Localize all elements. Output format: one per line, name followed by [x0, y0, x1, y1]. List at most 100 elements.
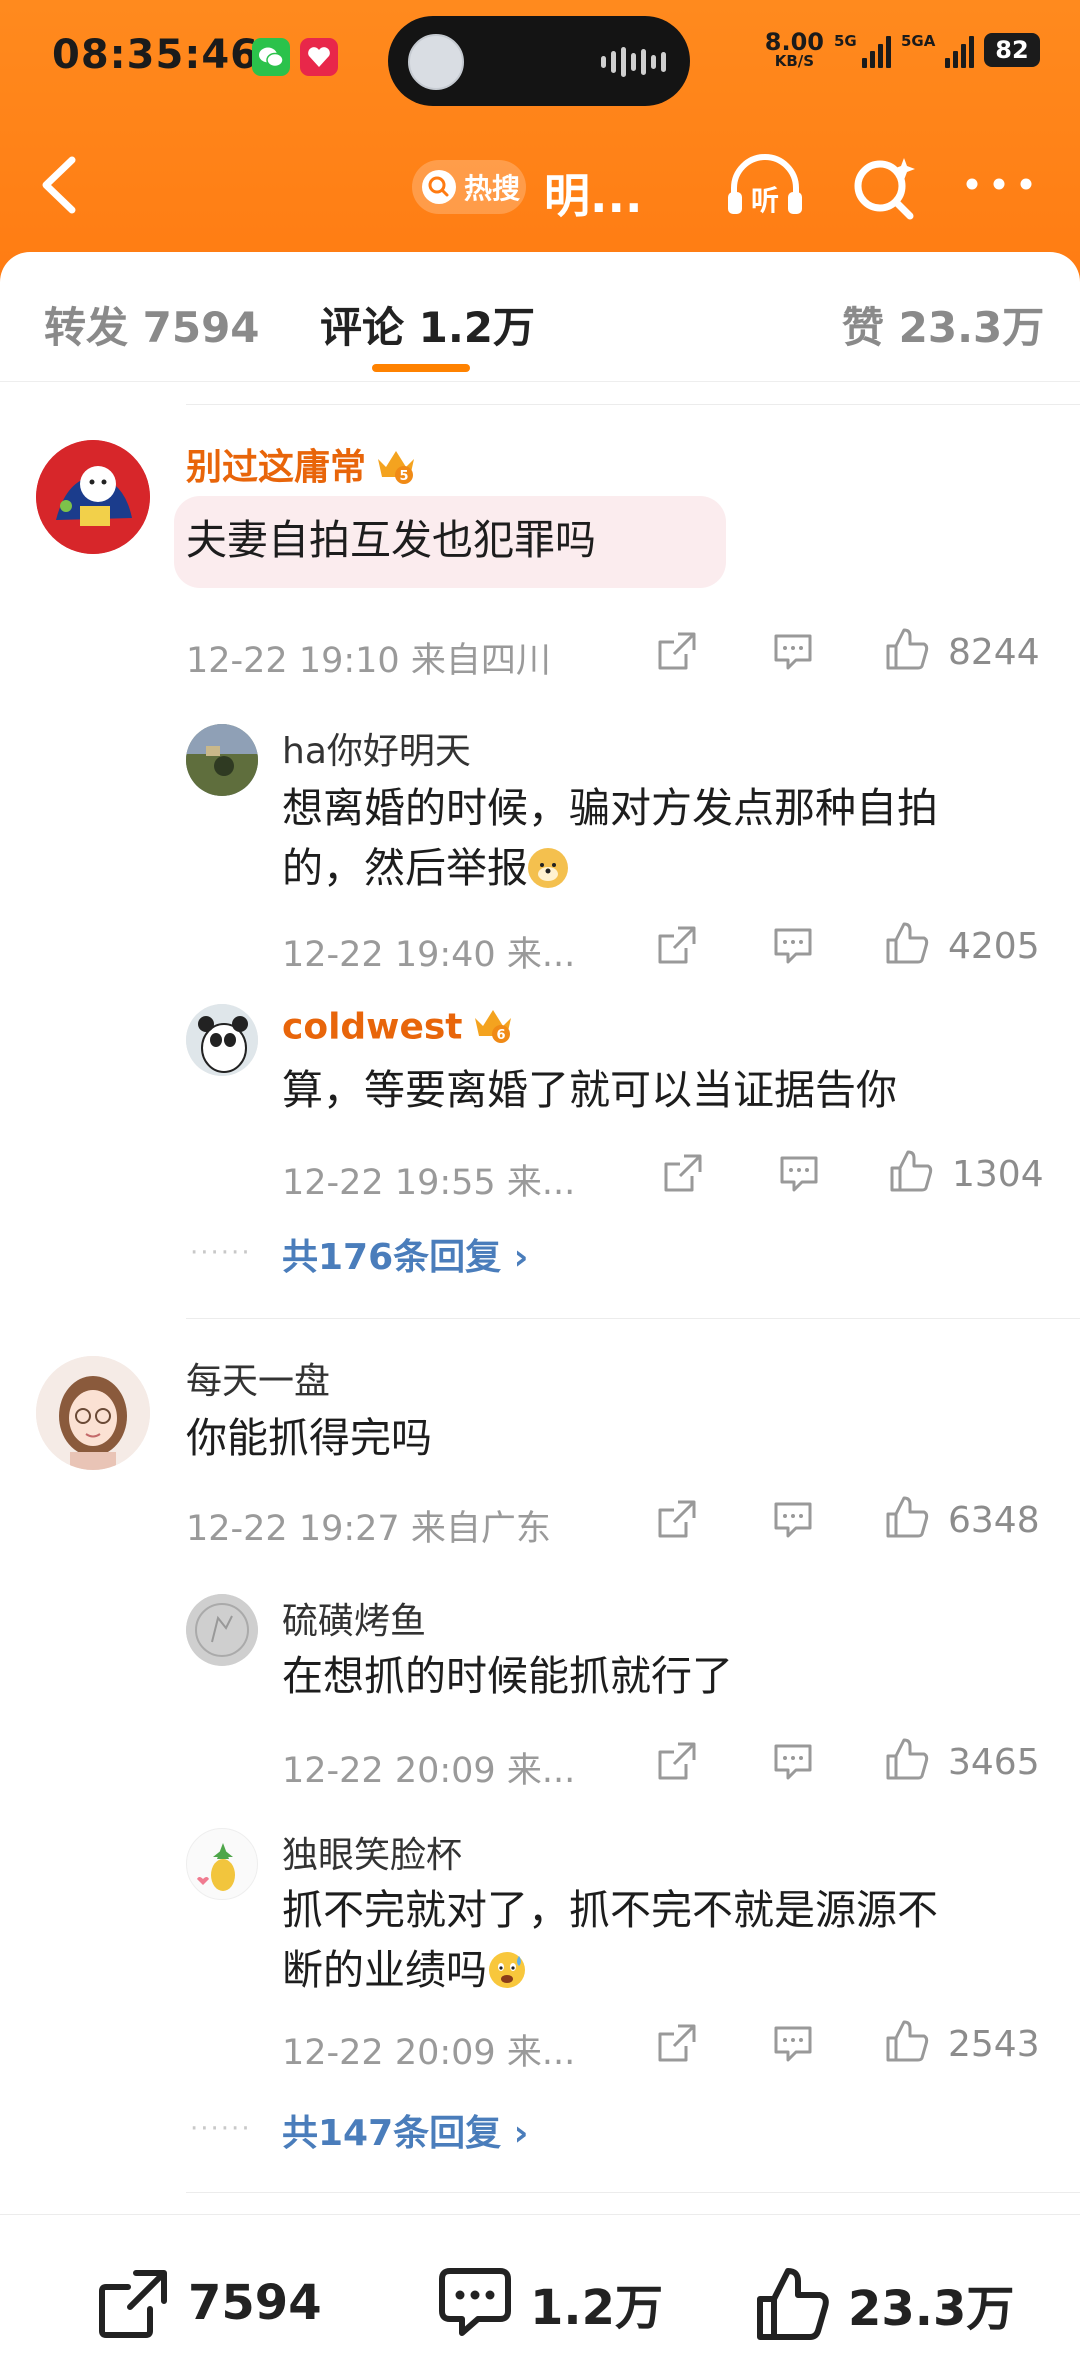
signal-5ga-icon: 5GA	[901, 32, 974, 68]
headphones-icon: 听	[728, 154, 802, 217]
reply-text-line2: 的，然后举报	[282, 838, 568, 898]
battery-icon: 82	[984, 32, 1040, 67]
comment-sheet: 转发 7594 评论 1.2万 赞 23.3万 别过这庸常 5 夫妻自拍互发也犯…	[0, 252, 1080, 2376]
like-count: 8244	[948, 632, 1040, 673]
comment-icon	[774, 1744, 812, 1780]
signal-5ga-label: 5GA	[901, 31, 936, 50]
thumbs-up-icon	[757, 2268, 829, 2340]
avatar[interactable]	[186, 1828, 258, 1900]
share-button[interactable]	[656, 1740, 698, 1786]
back-button[interactable]	[32, 150, 92, 220]
bottom-comment-button[interactable]: 1.2万	[436, 2265, 663, 2341]
avatar[interactable]	[186, 1594, 258, 1666]
share-button[interactable]	[656, 630, 698, 676]
signal-5g-label: 5G	[834, 31, 857, 50]
search-icon	[854, 158, 915, 220]
share-button[interactable]	[656, 2022, 698, 2068]
like-button[interactable]	[888, 1148, 934, 1198]
reply-username[interactable]: 独眼笑脸杯	[282, 1826, 462, 1878]
avatar[interactable]	[186, 1004, 258, 1076]
share-button[interactable]	[662, 1152, 704, 1198]
divider	[186, 2192, 1080, 2193]
reply-username[interactable]: coldwest 6	[282, 1004, 515, 1053]
status-indicators: 8.00 KB/S 5G 5GA 82	[765, 30, 1040, 69]
share-button[interactable]	[656, 924, 698, 970]
svg-text:5: 5	[399, 469, 408, 484]
wechat-notification-icon	[252, 38, 290, 76]
reply-username[interactable]: ha你好明天	[282, 722, 471, 774]
bottom-like-button[interactable]: 23.3万	[754, 2265, 1014, 2343]
reply-button[interactable]	[772, 632, 814, 676]
reply-username[interactable]: 硫磺烤鱼	[282, 1592, 426, 1644]
reply-text: 想离婚的时候，骗对方发点那种自拍	[282, 784, 938, 832]
reply-meta: 12-22 19:55 来...	[282, 1163, 576, 1203]
bottom-action-bar: 7594 1.2万 23.3万	[0, 2214, 1080, 2376]
like-button[interactable]	[884, 920, 930, 970]
share-button[interactable]	[656, 1498, 698, 1544]
thumbs-up-icon	[886, 1738, 929, 1780]
more-replies-link[interactable]: 共147条回复 ›	[282, 2104, 529, 2156]
svg-text:6: 6	[496, 1028, 505, 1043]
bottom-comment-count: 1.2万	[530, 2280, 664, 2336]
listen-button[interactable]: 听	[722, 152, 808, 226]
hot-search-badge[interactable]: 热搜	[412, 160, 526, 214]
reply-button[interactable]	[772, 926, 814, 970]
like-count: 4205	[948, 926, 1040, 967]
comment-username[interactable]: 别过这庸常 5	[186, 438, 418, 494]
reply-button[interactable]	[772, 1500, 814, 1544]
share-icon	[658, 1500, 696, 1538]
reply-text: 算，等要离婚了就可以当证据告你	[282, 1066, 897, 1114]
status-time: 08:35:46	[52, 32, 259, 78]
reply-text-line2-text: 的，然后举报	[282, 844, 528, 892]
more-options-button[interactable]	[962, 164, 1036, 208]
search-sparkle-button[interactable]	[848, 152, 922, 226]
tab-comments[interactable]: 评论 1.2万	[320, 294, 535, 355]
reply-text-line2-text: 断的业绩吗	[282, 1946, 487, 1994]
svg-text:听: 听	[751, 184, 779, 217]
more-replies-link[interactable]: 共176条回复 ›	[282, 1228, 529, 1280]
vip-crown-icon: 6	[471, 1004, 515, 1053]
like-button[interactable]	[884, 1736, 930, 1786]
music-cover-thumbnail	[408, 34, 464, 90]
dynamic-island[interactable]	[388, 16, 690, 106]
username-text: coldwest	[282, 1006, 463, 1048]
reply-button[interactable]	[778, 1154, 820, 1198]
reply-button[interactable]	[772, 2024, 814, 2068]
share-icon	[664, 1154, 702, 1192]
share-icon	[658, 632, 696, 670]
more-replies-dots: ······	[190, 2114, 252, 2144]
topic-title[interactable]: 明...	[544, 160, 642, 226]
more-dots-icon	[966, 178, 1032, 190]
comment-icon	[774, 2026, 812, 2062]
tab-likes[interactable]: 赞 23.3万	[842, 294, 1044, 355]
divider	[186, 404, 1080, 405]
tab-repost[interactable]: 转发 7594	[44, 294, 260, 355]
like-button[interactable]	[884, 1494, 930, 1544]
reply-button[interactable]	[772, 1742, 814, 1786]
bottom-repost-count: 7594	[188, 2275, 322, 2331]
thumbs-up-icon	[890, 1150, 933, 1192]
status-bar: 08:35:46 8.00 KB/S 5G 5GA 82	[0, 16, 1080, 106]
avatar[interactable]	[36, 1356, 150, 1470]
comment-username[interactable]: 每天一盘	[186, 1352, 330, 1404]
audio-wave-icon	[601, 45, 666, 79]
vip-crown-icon: 5	[374, 445, 418, 494]
like-count: 1304	[952, 1154, 1044, 1195]
repost-icon	[99, 2270, 167, 2338]
signal-5g-icon: 5G	[834, 32, 891, 68]
comment-text: 夫妻自拍互发也犯罪吗	[186, 516, 596, 564]
tab-bar: 转发 7594 评论 1.2万 赞 23.3万	[0, 252, 1080, 382]
like-button[interactable]	[884, 626, 930, 676]
comment-text: 你能抓得完吗	[186, 1414, 432, 1462]
avatar[interactable]	[36, 440, 150, 554]
username-text: 别过这庸常	[186, 447, 367, 488]
nav-bar: 热搜 明... 听	[0, 130, 1080, 240]
sweat-emoji-icon	[487, 1950, 527, 1990]
share-icon	[658, 1742, 696, 1780]
like-button[interactable]	[884, 2018, 930, 2068]
bottom-repost-button[interactable]: 7594	[96, 2265, 322, 2341]
hot-search-icon	[422, 170, 456, 204]
avatar[interactable]	[186, 724, 258, 796]
net-speed-unit: KB/S	[774, 52, 815, 70]
doge-emoji-icon	[528, 848, 568, 888]
